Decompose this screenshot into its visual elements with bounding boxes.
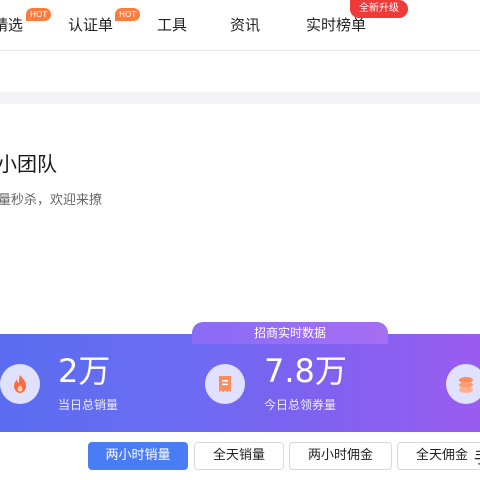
receipt-icon bbox=[219, 376, 231, 392]
nav-item-label: 精选 bbox=[0, 16, 24, 34]
top-nav: 精选 HOT 认证单 HOT 工具 资讯 实时榜单 全新升级 bbox=[0, 0, 480, 50]
stat-icon-circle bbox=[205, 364, 245, 404]
filter-button-day-sales[interactable]: 全天销量 bbox=[194, 442, 284, 470]
hot-badge: HOT bbox=[115, 8, 141, 21]
stat-label-coupons: 今日总领券量 bbox=[264, 398, 337, 412]
stat-value-coupons: 7.8万 bbox=[264, 352, 347, 390]
sub-bar bbox=[0, 51, 480, 92]
nav-item-featured[interactable]: 精选 HOT bbox=[0, 8, 52, 36]
nav-item-news[interactable]: 资讯 bbox=[230, 14, 260, 36]
hot-badge: HOT bbox=[26, 8, 52, 21]
profile-card bbox=[0, 104, 480, 334]
stat-icon-circle bbox=[446, 364, 480, 404]
team-subtitle: 量秒杀，欢迎来撩 bbox=[0, 193, 103, 208]
nav-item-label: 资讯 bbox=[230, 16, 261, 34]
nav-item-certified[interactable]: 认证单 HOT bbox=[68, 8, 141, 36]
filter-button-day-commission[interactable]: 全天佣金 bbox=[397, 442, 480, 470]
coins-icon bbox=[459, 377, 473, 393]
filter-button-2h-sales[interactable]: 两小时销量 bbox=[88, 442, 188, 470]
team-title: 小团队 bbox=[0, 152, 57, 176]
stat-label-sales: 当日总销量 bbox=[58, 398, 119, 412]
clipped-text: 手 bbox=[474, 444, 480, 468]
nav-item-label: 认证单 bbox=[68, 16, 114, 34]
nav-item-tools[interactable]: 工具 bbox=[157, 14, 187, 36]
flame-icon bbox=[14, 375, 26, 393]
nav-item-label: 工具 bbox=[157, 16, 188, 34]
stat-value-sales: 2万 bbox=[58, 352, 111, 390]
filter-button-2h-commission[interactable]: 两小时佣金 bbox=[289, 442, 392, 470]
app-root: 精选 HOT 认证单 HOT 工具 资讯 实时榜单 全新升级 小团队 量秒杀，欢… bbox=[0, 0, 480, 480]
upgrade-badge: 全新升级 bbox=[350, 0, 408, 18]
stats-tab-label: 招商实时数据 bbox=[192, 322, 388, 344]
nav-item-label: 实时榜单 bbox=[306, 16, 367, 34]
stat-icon-circle bbox=[0, 364, 40, 404]
